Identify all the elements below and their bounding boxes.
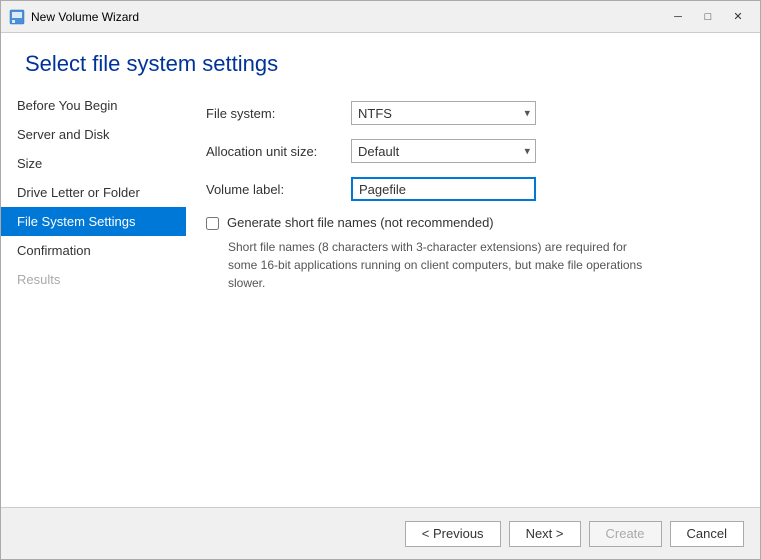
allocation-select[interactable]: Default 512 1024 2048 4096 8192 16K 32K … <box>351 139 536 163</box>
volume-label-text: Volume label: <box>206 182 351 197</box>
sidebar-item-file-system-settings[interactable]: File System Settings <box>1 207 186 236</box>
window-title: New Volume Wizard <box>31 10 664 24</box>
file-system-label: File system: <box>206 106 351 121</box>
title-bar: New Volume Wizard ─ □ ✕ <box>1 1 760 33</box>
minimize-button[interactable]: ─ <box>664 7 692 27</box>
close-button[interactable]: ✕ <box>724 7 752 27</box>
app-icon <box>9 9 25 25</box>
create-button[interactable]: Create <box>589 521 662 547</box>
volume-label-row: Volume label: <box>206 177 730 201</box>
file-system-select-wrapper: NTFS ReFS FAT32 FAT exFAT <box>351 101 536 125</box>
sidebar-item-before-you-begin[interactable]: Before You Begin <box>1 91 186 120</box>
content-area: Select file system settings Before You B… <box>1 33 760 507</box>
volume-label-input[interactable] <box>351 177 536 201</box>
file-system-select[interactable]: NTFS ReFS FAT32 FAT exFAT <box>351 101 536 125</box>
maximize-button[interactable]: □ <box>694 7 722 27</box>
sidebar-item-size[interactable]: Size <box>1 149 186 178</box>
main-content: Before You Begin Server and Disk Size Dr… <box>1 91 760 507</box>
footer: < Previous Next > Create Cancel <box>1 507 760 559</box>
allocation-label: Allocation unit size: <box>206 144 351 159</box>
sidebar-item-results: Results <box>1 265 186 294</box>
sidebar: Before You Begin Server and Disk Size Dr… <box>1 91 186 507</box>
allocation-row: Allocation unit size: Default 512 1024 2… <box>206 139 730 163</box>
short-names-checkbox[interactable] <box>206 217 219 230</box>
sidebar-item-server-and-disk[interactable]: Server and Disk <box>1 120 186 149</box>
short-names-row: Generate short file names (not recommend… <box>206 215 730 230</box>
file-system-row: File system: NTFS ReFS FAT32 FAT exFAT <box>206 101 730 125</box>
short-names-label[interactable]: Generate short file names (not recommend… <box>227 215 494 230</box>
window-controls: ─ □ ✕ <box>664 7 752 27</box>
sidebar-item-confirmation[interactable]: Confirmation <box>1 236 186 265</box>
short-names-description: Short file names (8 characters with 3-ch… <box>228 238 658 292</box>
form-area: File system: NTFS ReFS FAT32 FAT exFAT A… <box>186 91 760 507</box>
allocation-select-wrapper: Default 512 1024 2048 4096 8192 16K 32K … <box>351 139 536 163</box>
cancel-button[interactable]: Cancel <box>670 521 744 547</box>
sidebar-item-drive-letter[interactable]: Drive Letter or Folder <box>1 178 186 207</box>
next-button[interactable]: Next > <box>509 521 581 547</box>
previous-button[interactable]: < Previous <box>405 521 501 547</box>
page-title: Select file system settings <box>1 33 760 91</box>
window: New Volume Wizard ─ □ ✕ Select file syst… <box>0 0 761 560</box>
